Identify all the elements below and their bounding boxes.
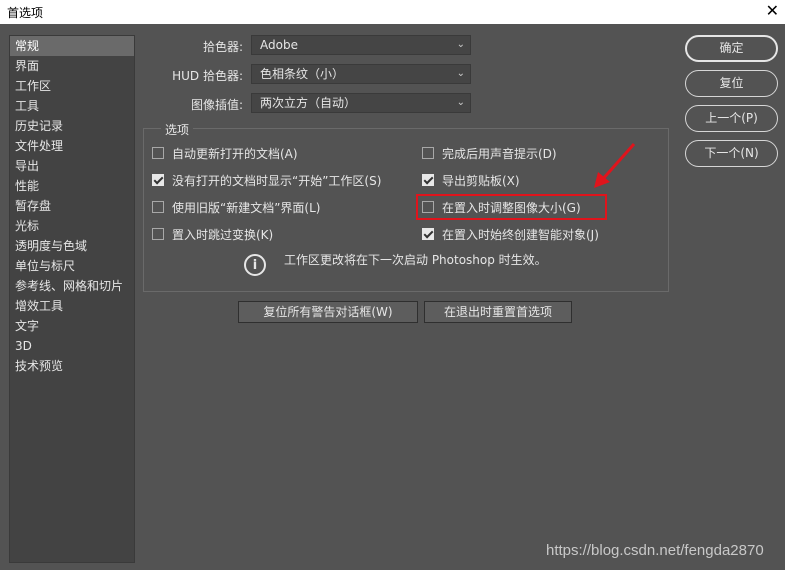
sidebar-item-workspace[interactable]: 工作区 <box>10 76 134 96</box>
sidebar-item-export[interactable]: 导出 <box>10 156 134 176</box>
window-title: 首选项 <box>7 6 44 20</box>
checkbox-checked-icon <box>422 174 434 186</box>
hud-color-picker-select[interactable]: 色相条纹（小） ⌄ <box>251 64 471 84</box>
chevron-down-icon: ⌄ <box>456 39 465 50</box>
beep-when-done-checkbox[interactable]: 完成后用声音提示(D) <box>422 145 557 161</box>
show-start-workspace-checkbox[interactable]: 没有打开的文档时显示“开始”工作区(S) <box>152 172 381 188</box>
info-icon: i <box>244 254 266 276</box>
checkbox-checked-icon <box>152 174 164 186</box>
checkbox-icon <box>152 147 164 159</box>
checkbox-icon <box>152 228 164 240</box>
info-text: 工作区更改将在下一次启动 Photoshop 时生效。 <box>284 253 547 267</box>
sidebar-item-history[interactable]: 历史记录 <box>10 116 134 136</box>
ok-button[interactable]: 确定 <box>685 35 778 62</box>
image-interpolation-value: 两次立方（自动） <box>260 96 357 110</box>
skip-transform-on-place-checkbox[interactable]: 置入时跳过变换(K) <box>152 226 273 242</box>
checkbox-label: 使用旧版“新建文档”界面(L) <box>172 200 321 215</box>
reset-warnings-button[interactable]: 复位所有警告对话框(W) <box>238 301 418 323</box>
close-icon[interactable]: ✕ <box>766 1 779 20</box>
sidebar-item-tech-previews[interactable]: 技术预览 <box>10 356 134 376</box>
color-picker-value: Adobe <box>260 38 298 52</box>
title-bar: 首选项 ✕ <box>0 0 785 24</box>
sidebar-item-3d[interactable]: 3D <box>10 336 134 356</box>
next-button[interactable]: 下一个(N) <box>685 140 778 167</box>
reset-button[interactable]: 复位 <box>685 70 778 97</box>
chevron-down-icon: ⌄ <box>456 68 465 79</box>
checkbox-label: 导出剪贴板(X) <box>442 173 520 188</box>
sidebar-item-transparency[interactable]: 透明度与色域 <box>10 236 134 256</box>
sidebar-item-file-handling[interactable]: 文件处理 <box>10 136 134 156</box>
reset-on-quit-button[interactable]: 在退出时重置首选项 <box>424 301 572 323</box>
highlight-box <box>416 194 607 220</box>
annotation-arrow-icon <box>594 143 636 188</box>
sidebar-item-plugins[interactable]: 增效工具 <box>10 296 134 316</box>
checkbox-label: 在置入时始终创建智能对象(J) <box>442 227 599 242</box>
options-group-title: 选项 <box>161 121 194 138</box>
hud-color-picker-value: 色相条纹（小） <box>260 67 345 81</box>
sidebar-item-units-rulers[interactable]: 单位与标尺 <box>10 256 134 276</box>
checkbox-checked-icon <box>422 228 434 240</box>
sidebar-item-general[interactable]: 常规 <box>10 36 134 56</box>
checkbox-label: 自动更新打开的文档(A) <box>172 146 298 161</box>
info-note: i 工作区更改将在下一次启动 Photoshop 时生效。 <box>244 253 547 276</box>
sidebar-item-scratch-disks[interactable]: 暂存盘 <box>10 196 134 216</box>
sidebar-item-guides-grid[interactable]: 参考线、网格和切片 <box>10 276 134 296</box>
color-picker-select[interactable]: Adobe ⌄ <box>251 35 471 55</box>
auto-update-open-docs-checkbox[interactable]: 自动更新打开的文档(A) <box>152 145 298 161</box>
checkbox-label: 没有打开的文档时显示“开始”工作区(S) <box>172 173 382 188</box>
image-interpolation-select[interactable]: 两次立方（自动） ⌄ <box>251 93 471 113</box>
image-interpolation-label: 图像插值: <box>190 98 243 112</box>
sidebar-item-interface[interactable]: 界面 <box>10 56 134 76</box>
export-clipboard-checkbox[interactable]: 导出剪贴板(X) <box>422 172 520 188</box>
chevron-down-icon: ⌄ <box>456 97 465 108</box>
sidebar-item-performance[interactable]: 性能 <box>10 176 134 196</box>
checkbox-icon <box>422 147 434 159</box>
sidebar: 常规 界面 工作区 工具 历史记录 文件处理 导出 性能 暂存盘 光标 透明度与… <box>9 35 135 563</box>
sidebar-item-type[interactable]: 文字 <box>10 316 134 336</box>
hud-color-picker-label: HUD 拾色器: <box>172 69 243 83</box>
checkbox-label: 完成后用声音提示(D) <box>442 146 557 161</box>
checkbox-icon <box>152 201 164 213</box>
legacy-new-document-checkbox[interactable]: 使用旧版“新建文档”界面(L) <box>152 199 320 215</box>
prev-button[interactable]: 上一个(P) <box>685 105 778 132</box>
sidebar-item-tools[interactable]: 工具 <box>10 96 134 116</box>
watermark: https://blog.csdn.net/fengda2870 <box>546 542 764 559</box>
sidebar-item-cursors[interactable]: 光标 <box>10 216 134 236</box>
always-smart-object-checkbox[interactable]: 在置入时始终创建智能对象(J) <box>422 226 599 242</box>
checkbox-label: 置入时跳过变换(K) <box>172 227 274 242</box>
color-picker-label: 拾色器: <box>202 40 243 54</box>
